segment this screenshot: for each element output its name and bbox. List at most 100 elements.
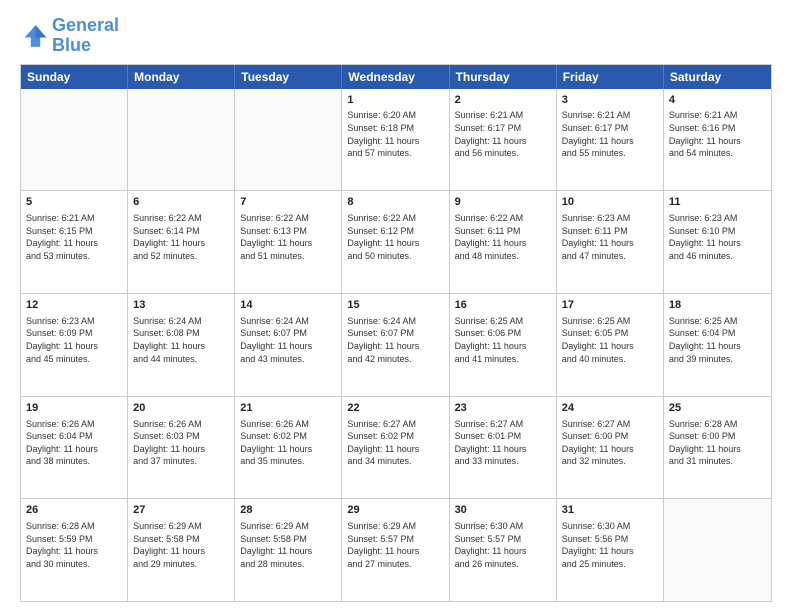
calendar-cell-6: 6Sunrise: 6:22 AM Sunset: 6:14 PM Daylig…	[128, 191, 235, 293]
cell-info: Sunrise: 6:22 AM Sunset: 6:11 PM Dayligh…	[455, 212, 551, 262]
calendar-cell-9: 9Sunrise: 6:22 AM Sunset: 6:11 PM Daylig…	[450, 191, 557, 293]
logo-text: General Blue	[52, 16, 119, 56]
calendar-cell-4: 4Sunrise: 6:21 AM Sunset: 6:16 PM Daylig…	[664, 89, 771, 191]
day-number: 31	[562, 503, 658, 518]
calendar-cell-empty-0-1	[128, 89, 235, 191]
calendar-cell-24: 24 Sunrise: 6:27 AM Sunset: 6:00 PM Dayli…	[557, 397, 664, 499]
day-number: 16	[455, 298, 551, 313]
weekday-header-monday: Monday	[128, 65, 235, 89]
day-number: 21	[240, 401, 336, 416]
calendar-cell-1: 1Sunrise: 6:20 AM Sunset: 6:18 PM Daylig…	[342, 89, 449, 191]
day-number: 20	[133, 401, 229, 416]
cell-info: Sunrise: 6:21 AM Sunset: 6:16 PM Dayligh…	[669, 109, 766, 159]
cell-info: Sunrise: 6:23 AM Sunset: 6:10 PM Dayligh…	[669, 212, 766, 262]
header: General Blue	[20, 16, 772, 56]
cell-info: Sunrise: 6:21 AM Sunset: 6:17 PM Dayligh…	[455, 109, 551, 159]
day-number: 22	[347, 401, 443, 416]
calendar-cell-14: 14Sunrise: 6:24 AM Sunset: 6:07 PM Dayli…	[235, 294, 342, 396]
cell-info: Sunrise: 6:24 AM Sunset: 6:08 PM Dayligh…	[133, 315, 229, 365]
cell-info: Sunrise: 6:22 AM Sunset: 6:12 PM Dayligh…	[347, 212, 443, 262]
weekday-header-saturday: Saturday	[664, 65, 771, 89]
day-number: 25	[669, 401, 766, 416]
cell-info: Sunrise: 6:24 AM Sunset: 6:07 PM Dayligh…	[347, 315, 443, 365]
logo: General Blue	[20, 16, 119, 56]
day-number: 10	[562, 195, 658, 210]
day-number: 11	[669, 195, 766, 210]
cell-info: Sunrise: 6:29 AM Sunset: 5:57 PM Dayligh…	[347, 520, 443, 570]
cell-info: Sunrise: 6:20 AM Sunset: 6:18 PM Dayligh…	[347, 109, 443, 159]
cell-info: Sunrise: 6:30 AM Sunset: 5:56 PM Dayligh…	[562, 520, 658, 570]
day-number: 24	[562, 401, 658, 416]
calendar-cell-8: 8 Sunrise: 6:22 AM Sunset: 6:12 PM Daylig…	[342, 191, 449, 293]
weekday-header-wednesday: Wednesday	[342, 65, 449, 89]
day-number: 18	[669, 298, 766, 313]
calendar-cell-18: 18 Sunrise: 6:25 AM Sunset: 6:04 PM Dayli…	[664, 294, 771, 396]
day-number: 5	[26, 195, 122, 210]
cell-info: Sunrise: 6:26 AM Sunset: 6:04 PM Dayligh…	[26, 418, 122, 468]
calendar-cell-26: 26 Sunrise: 6:28 AM Sunset: 5:59 PM Dayli…	[21, 499, 128, 601]
cell-info: Sunrise: 6:23 AM Sunset: 6:11 PM Dayligh…	[562, 212, 658, 262]
day-number: 12	[26, 298, 122, 313]
day-number: 26	[26, 503, 122, 518]
calendar-cell-28: 28 Sunrise: 6:29 AM Sunset: 5:58 PM Dayli…	[235, 499, 342, 601]
weekday-header-thursday: Thursday	[450, 65, 557, 89]
day-number: 28	[240, 503, 336, 518]
calendar-cell-16: 16 Sunrise: 6:25 AM Sunset: 6:06 PM Dayli…	[450, 294, 557, 396]
weekday-header-sunday: Sunday	[21, 65, 128, 89]
logo-icon	[20, 22, 48, 50]
calendar-row-3: 19 Sunrise: 6:26 AM Sunset: 6:04 PM Dayli…	[21, 396, 771, 499]
cell-info: Sunrise: 6:29 AM Sunset: 5:58 PM Dayligh…	[240, 520, 336, 570]
cell-info: Sunrise: 6:22 AM Sunset: 6:13 PM Dayligh…	[240, 212, 336, 262]
calendar-cell-13: 13 Sunrise: 6:24 AM Sunset: 6:08 PM Dayli…	[128, 294, 235, 396]
cell-info: Sunrise: 6:26 AM Sunset: 6:02 PM Dayligh…	[240, 418, 336, 468]
calendar-cell-27: 27 Sunrise: 6:29 AM Sunset: 5:58 PM Dayli…	[128, 499, 235, 601]
page: General Blue SundayMondayTuesdayWednesda…	[0, 0, 792, 612]
cell-info: Sunrise: 6:25 AM Sunset: 6:04 PM Dayligh…	[669, 315, 766, 365]
cell-info: Sunrise: 6:25 AM Sunset: 6:05 PM Dayligh…	[562, 315, 658, 365]
calendar-cell-10: 10 Sunrise: 6:23 AM Sunset: 6:11 PM Dayli…	[557, 191, 664, 293]
calendar-cell-17: 17 Sunrise: 6:25 AM Sunset: 6:05 PM Dayli…	[557, 294, 664, 396]
weekday-header-tuesday: Tuesday	[235, 65, 342, 89]
calendar-cell-11: 11 Sunrise: 6:23 AM Sunset: 6:10 PM Dayli…	[664, 191, 771, 293]
calendar-cell-20: 20 Sunrise: 6:26 AM Sunset: 6:03 PM Dayli…	[128, 397, 235, 499]
calendar-cell-19: 19 Sunrise: 6:26 AM Sunset: 6:04 PM Dayli…	[21, 397, 128, 499]
cell-info: Sunrise: 6:27 AM Sunset: 6:02 PM Dayligh…	[347, 418, 443, 468]
calendar-row-2: 12 Sunrise: 6:23 AM Sunset: 6:09 PM Dayli…	[21, 293, 771, 396]
day-number: 13	[133, 298, 229, 313]
cell-info: Sunrise: 6:29 AM Sunset: 5:58 PM Dayligh…	[133, 520, 229, 570]
day-number: 19	[26, 401, 122, 416]
day-number: 15	[347, 298, 443, 313]
day-number: 8	[347, 195, 443, 210]
calendar-row-4: 26 Sunrise: 6:28 AM Sunset: 5:59 PM Dayli…	[21, 498, 771, 601]
calendar-row-1: 5 Sunrise: 6:21 AM Sunset: 6:15 PM Daylig…	[21, 190, 771, 293]
calendar-row-0: 1Sunrise: 6:20 AM Sunset: 6:18 PM Daylig…	[21, 89, 771, 191]
day-number: 6	[133, 195, 229, 210]
cell-info: Sunrise: 6:26 AM Sunset: 6:03 PM Dayligh…	[133, 418, 229, 468]
cell-info: Sunrise: 6:21 AM Sunset: 6:15 PM Dayligh…	[26, 212, 122, 262]
cell-info: Sunrise: 6:28 AM Sunset: 6:00 PM Dayligh…	[669, 418, 766, 468]
day-number: 17	[562, 298, 658, 313]
day-number: 29	[347, 503, 443, 518]
cell-info: Sunrise: 6:21 AM Sunset: 6:17 PM Dayligh…	[562, 109, 658, 159]
cell-info: Sunrise: 6:28 AM Sunset: 5:59 PM Dayligh…	[26, 520, 122, 570]
calendar-cell-22: 22 Sunrise: 6:27 AM Sunset: 6:02 PM Dayli…	[342, 397, 449, 499]
calendar-cell-15: 15 Sunrise: 6:24 AM Sunset: 6:07 PM Dayli…	[342, 294, 449, 396]
calendar-cell-2: 2Sunrise: 6:21 AM Sunset: 6:17 PM Daylig…	[450, 89, 557, 191]
weekday-header-friday: Friday	[557, 65, 664, 89]
calendar-cell-21: 21 Sunrise: 6:26 AM Sunset: 6:02 PM Dayli…	[235, 397, 342, 499]
calendar-cell-29: 29 Sunrise: 6:29 AM Sunset: 5:57 PM Dayli…	[342, 499, 449, 601]
cell-info: Sunrise: 6:27 AM Sunset: 6:00 PM Dayligh…	[562, 418, 658, 468]
calendar-cell-7: 7 Sunrise: 6:22 AM Sunset: 6:13 PM Daylig…	[235, 191, 342, 293]
day-number: 14	[240, 298, 336, 313]
calendar-body: 1Sunrise: 6:20 AM Sunset: 6:18 PM Daylig…	[21, 89, 771, 601]
cell-info: Sunrise: 6:23 AM Sunset: 6:09 PM Dayligh…	[26, 315, 122, 365]
cell-info: Sunrise: 6:30 AM Sunset: 5:57 PM Dayligh…	[455, 520, 551, 570]
cell-info: Sunrise: 6:27 AM Sunset: 6:01 PM Dayligh…	[455, 418, 551, 468]
day-number: 7	[240, 195, 336, 210]
day-number: 1	[347, 93, 443, 108]
day-number: 27	[133, 503, 229, 518]
calendar-cell-25: 25 Sunrise: 6:28 AM Sunset: 6:00 PM Dayli…	[664, 397, 771, 499]
calendar: SundayMondayTuesdayWednesdayThursdayFrid…	[20, 64, 772, 602]
cell-info: Sunrise: 6:25 AM Sunset: 6:06 PM Dayligh…	[455, 315, 551, 365]
day-number: 23	[455, 401, 551, 416]
